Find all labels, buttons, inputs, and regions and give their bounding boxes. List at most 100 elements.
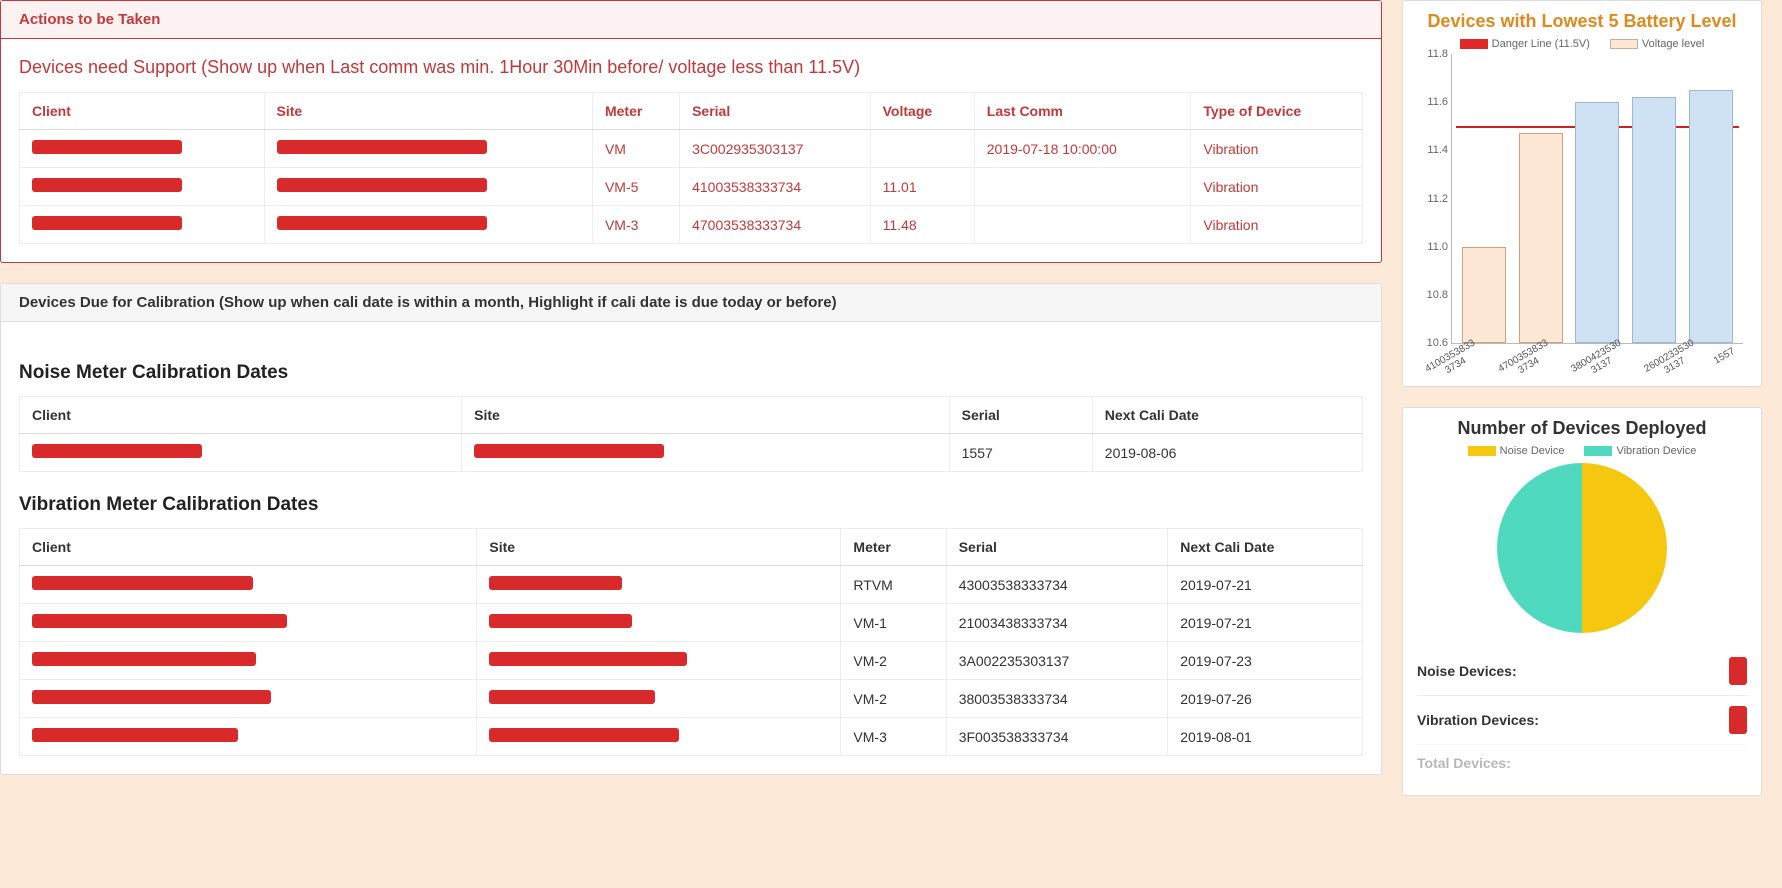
noise-cali-table: Client Site Serial Next Cali Date 155720…	[19, 396, 1363, 472]
actions-panel-header: Actions to be Taken	[1, 1, 1381, 39]
noise-cali-heading: Noise Meter Calibration Dates	[19, 362, 1363, 384]
cell-serial: 1557	[949, 434, 1092, 472]
redacted-text	[489, 690, 654, 704]
cell-meter: VM-2	[841, 680, 946, 718]
total-stat-label: Total Devices:	[1417, 755, 1511, 771]
redacted-text	[32, 690, 271, 704]
cell-next: 2019-08-01	[1168, 718, 1363, 756]
cell-type: Vibration	[1191, 168, 1363, 206]
col-type[interactable]: Type of Device	[1191, 93, 1363, 130]
vibration-cali-header: Client Site Meter Serial Next Cali Date	[20, 529, 1363, 566]
cell-serial: 3F003538333734	[946, 718, 1168, 756]
col-client[interactable]: Client	[20, 93, 265, 130]
table-row[interactable]: VM-1210034383337342019-07-21	[20, 604, 1363, 642]
calibration-panel: Devices Due for Calibration (Show up whe…	[0, 283, 1382, 775]
redacted-text	[489, 652, 687, 666]
voltage-bar[interactable]	[1689, 90, 1733, 343]
noise-cali-header: Client Site Serial Next Cali Date	[20, 397, 1363, 434]
cell-serial: 38003538333734	[946, 680, 1168, 718]
cell-last_comm	[974, 168, 1191, 206]
redacted-value	[1729, 657, 1747, 685]
cell-next: 2019-07-21	[1168, 566, 1363, 604]
table-row[interactable]: VM-23A0022353031372019-07-23	[20, 642, 1363, 680]
col-serial[interactable]: Serial	[680, 93, 871, 130]
vibration-cali-heading: Vibration Meter Calibration Dates	[19, 494, 1363, 516]
table-row[interactable]: 15572019-08-06	[20, 434, 1363, 472]
voltage-bar[interactable]	[1519, 133, 1563, 343]
col-site[interactable]: Site	[477, 529, 841, 566]
voltage-bar[interactable]	[1462, 247, 1506, 343]
cell-voltage: 11.48	[870, 206, 974, 244]
cell-next: 2019-08-06	[1092, 434, 1362, 472]
cell-meter: VM-2	[841, 642, 946, 680]
battery-legend: Danger Line (11.5V) Voltage level	[1417, 38, 1747, 50]
col-client[interactable]: Client	[20, 529, 477, 566]
cell-serial: 41003538333734	[680, 168, 871, 206]
col-voltage[interactable]: Voltage	[870, 93, 974, 130]
col-serial[interactable]: Serial	[946, 529, 1168, 566]
redacted-text	[32, 728, 238, 742]
table-row[interactable]: VM-34700353833373411.48Vibration	[20, 206, 1363, 244]
redacted-text	[32, 444, 202, 458]
cell-serial: 3C002935303137	[680, 130, 871, 168]
col-next[interactable]: Next Cali Date	[1168, 529, 1363, 566]
redacted-text	[474, 444, 664, 458]
vibration-legend-label: Vibration Device	[1616, 445, 1696, 457]
support-subtitle: Devices need Support (Show up when Last …	[19, 57, 1363, 78]
y-tick-label: 11.2	[1418, 193, 1448, 205]
table-row[interactable]: VM-2380035383337342019-07-26	[20, 680, 1363, 718]
cell-type: Vibration	[1191, 206, 1363, 244]
col-lastcomm[interactable]: Last Comm	[974, 93, 1191, 130]
redacted-text	[32, 178, 182, 192]
x-tick-label: 26002335303137	[1642, 337, 1701, 384]
x-tick-label: 38004235303137	[1569, 337, 1628, 384]
table-row[interactable]: VM3C0029353031372019-07-18 10:00:00Vibra…	[20, 130, 1363, 168]
cell-type: Vibration	[1191, 130, 1363, 168]
cell-meter: VM-5	[592, 168, 679, 206]
danger-legend-label: Danger Line (11.5V)	[1492, 38, 1590, 50]
cell-next: 2019-07-26	[1168, 680, 1363, 718]
col-site[interactable]: Site	[462, 397, 950, 434]
redacted-text	[32, 614, 287, 628]
voltage-swatch	[1610, 39, 1638, 49]
y-tick-label: 11.8	[1418, 48, 1448, 60]
danger-swatch	[1460, 39, 1488, 49]
noise-legend-label: Noise Device	[1500, 445, 1565, 457]
redacted-text	[32, 576, 253, 590]
noise-swatch	[1468, 446, 1496, 456]
deploy-chart-card: Number of Devices Deployed Noise Device …	[1402, 407, 1762, 796]
vibration-stat-label: Vibration Devices:	[1417, 712, 1539, 728]
redacted-text	[32, 140, 182, 154]
actions-panel: Actions to be Taken Devices need Support…	[0, 0, 1382, 263]
redacted-text	[277, 178, 487, 192]
cell-serial: 43003538333734	[946, 566, 1168, 604]
battery-chart-title: Devices with Lowest 5 Battery Level	[1417, 11, 1747, 32]
redacted-text	[32, 652, 256, 666]
cell-next: 2019-07-21	[1168, 604, 1363, 642]
table-row[interactable]: VM-33F0035383337342019-08-01	[20, 718, 1363, 756]
redacted-value	[1729, 706, 1747, 734]
redacted-text	[32, 216, 182, 230]
x-tick-label: 47003538333734	[1496, 337, 1555, 384]
table-row[interactable]: VM-54100353833373411.01Vibration	[20, 168, 1363, 206]
col-meter[interactable]: Meter	[841, 529, 946, 566]
col-serial[interactable]: Serial	[949, 397, 1092, 434]
voltage-bar[interactable]	[1575, 102, 1619, 343]
battery-bar-chart: 11.811.611.411.211.010.810.6	[1451, 54, 1743, 344]
table-row[interactable]: RTVM430035383337342019-07-21	[20, 566, 1363, 604]
redacted-text	[489, 576, 621, 590]
deploy-legend: Noise Device Vibration Device	[1417, 445, 1747, 457]
col-meter[interactable]: Meter	[592, 93, 679, 130]
col-next[interactable]: Next Cali Date	[1092, 397, 1362, 434]
redacted-text	[277, 140, 487, 154]
col-client[interactable]: Client	[20, 397, 462, 434]
cell-serial: 47003538333734	[680, 206, 871, 244]
x-tick-label: 1557	[1712, 346, 1742, 376]
cell-next: 2019-07-23	[1168, 642, 1363, 680]
voltage-bar[interactable]	[1632, 97, 1676, 343]
support-table-header: Client Site Meter Serial Voltage Last Co…	[20, 93, 1363, 130]
col-site[interactable]: Site	[264, 93, 592, 130]
vibration-devices-stat: Vibration Devices:	[1417, 695, 1747, 744]
noise-stat-label: Noise Devices:	[1417, 663, 1517, 679]
cell-serial: 21003438333734	[946, 604, 1168, 642]
